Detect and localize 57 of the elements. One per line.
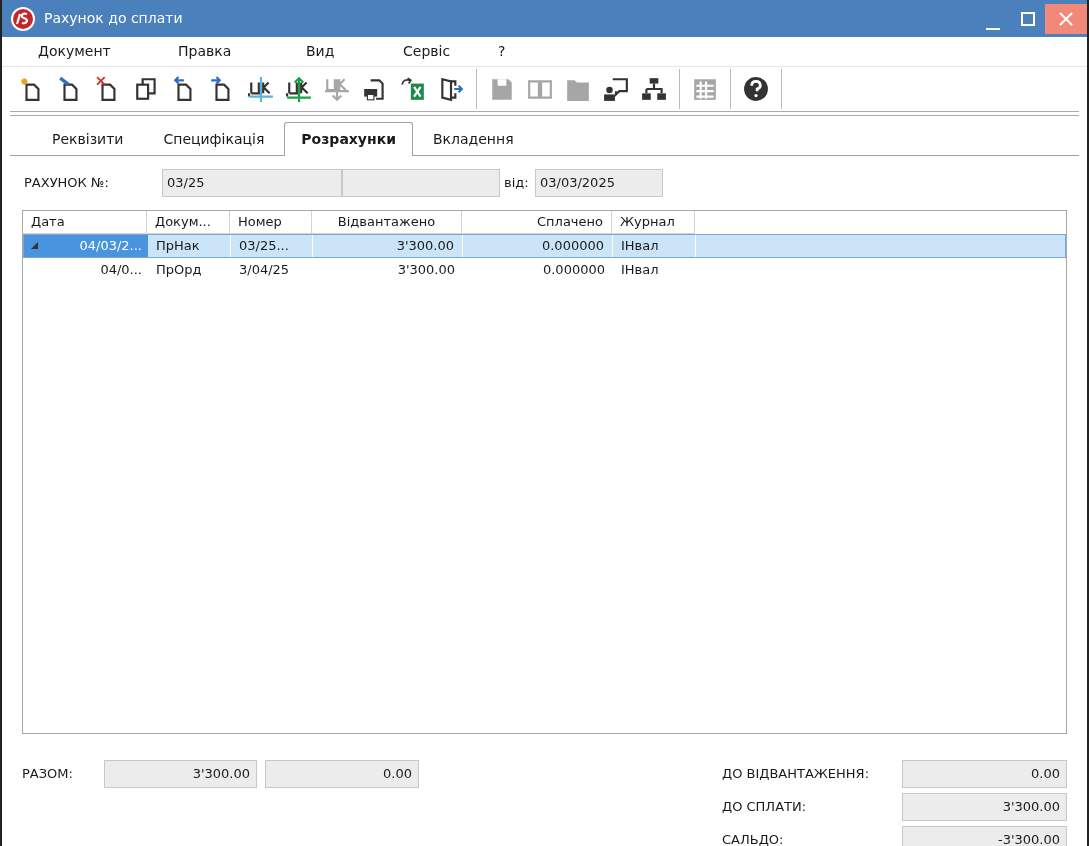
field-label: від: xyxy=(504,174,530,193)
tab[interactable]: Реквізити xyxy=(32,123,144,155)
close-button[interactable] xyxy=(1045,3,1087,34)
hierarchy-icon[interactable] xyxy=(641,76,667,102)
total-shipped-field[interactable]: 3'300.00 xyxy=(104,760,257,788)
column-header[interactable]: Номер xyxy=(230,211,312,234)
debit-credit-icon[interactable] xyxy=(286,76,312,102)
field-label: РАХУНОК №: xyxy=(24,174,110,193)
table-cell-text: 0.000000 xyxy=(541,237,604,256)
tab[interactable]: Вкладення xyxy=(413,123,534,155)
menu-item[interactable]: Вид xyxy=(306,41,403,62)
table-row[interactable]: 04/0... ПрОрд 3/04/25 3'300.00 0.000000 ІНвал xyxy=(23,258,1066,282)
tab[interactable]: Розрахунки xyxy=(284,122,413,156)
input-field[interactable] xyxy=(342,169,500,197)
summary-label: ДО ВІДВАНТАЖЕННЯ: xyxy=(722,765,871,784)
minimize-icon xyxy=(986,27,1000,30)
column-header[interactable]: Дата xyxy=(23,211,147,234)
menu-item[interactable]: Сервіс xyxy=(403,41,498,62)
total-paid-field[interactable]: 0.00 xyxy=(265,760,419,788)
table-cell-text: ІНвал xyxy=(621,237,659,256)
column-header[interactable]: Докум... xyxy=(147,211,230,234)
summary-field[interactable]: 3'300.00 xyxy=(902,793,1067,821)
help-icon[interactable] xyxy=(743,76,769,102)
close-icon xyxy=(1058,10,1074,27)
table-cell-text: ПрОрд xyxy=(156,261,202,280)
expanded-icon[interactable] xyxy=(30,241,39,250)
menu-item[interactable]: Документ xyxy=(38,41,178,62)
table-cell-text: 03/25... xyxy=(239,237,289,256)
exit-icon[interactable] xyxy=(438,76,464,102)
summary-field[interactable]: -3'300.00 xyxy=(902,826,1067,846)
summary-field[interactable]: 0.00 xyxy=(902,760,1067,788)
date-field[interactable]: 03/03/2025 xyxy=(535,169,663,197)
table-cell-text: 3/04/25 xyxy=(239,261,290,280)
tab[interactable]: Специфікація xyxy=(143,123,285,155)
column-header[interactable]: Сплачено xyxy=(462,211,612,234)
window-title: Рахунок до сплати xyxy=(44,9,183,28)
table-cell-text: ПрНак xyxy=(156,237,200,256)
user-comment-icon[interactable] xyxy=(603,76,629,102)
total-label: РАЗОМ: xyxy=(22,765,74,784)
table-row[interactable]: 04/03/2... ПрНак 03/25... 3'300.00 0.000000 ІНвал xyxy=(23,234,1066,258)
excel-icon[interactable] xyxy=(400,76,426,102)
column-header[interactable]: Журнал xyxy=(612,211,695,234)
menu-item[interactable]: Правка xyxy=(178,41,306,62)
summary-label: ДО СПЛАТИ: xyxy=(722,798,808,817)
app-logo-icon xyxy=(10,5,36,32)
table-cell-text: 0.000000 xyxy=(542,261,605,280)
maximize-icon xyxy=(1021,11,1035,26)
table-cell-text: ІНвал xyxy=(621,261,659,280)
column-header[interactable]: Відвантажено xyxy=(312,211,462,234)
menu-item[interactable]: ? xyxy=(498,41,518,62)
debit-credit-icon[interactable] xyxy=(248,76,274,102)
table-cell-text: 3'300.00 xyxy=(397,261,455,280)
summary-label: САЛЬДО: xyxy=(722,831,785,846)
table-cell-text: 04/0... xyxy=(100,261,142,280)
table-cell-text: 04/03/2... xyxy=(79,237,142,256)
table-cell-text: 3'300.00 xyxy=(396,237,454,256)
invoice-number-field[interactable]: 03/25 xyxy=(162,169,342,197)
